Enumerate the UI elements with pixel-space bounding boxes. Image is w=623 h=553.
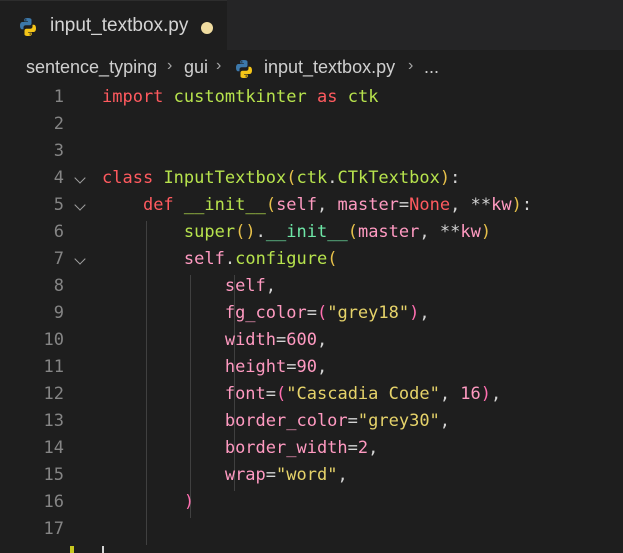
code-line: 1 import customtkinter as ctk [0, 84, 623, 111]
line-number: 2 [53, 114, 64, 134]
code-line: 13 border_color="grey30", [0, 408, 623, 435]
line-number: 14 [43, 438, 64, 458]
code-text: border_color="grey30", [224, 411, 451, 431]
line-number: 10 [43, 330, 64, 350]
code-text: fg_color=("grey18"), [224, 303, 430, 323]
code-line: 17 [0, 516, 623, 543]
tab-bar: input_textbox.py [0, 0, 623, 50]
chevron-right-icon: › [408, 57, 414, 74]
breadcrumb-symbol[interactable]: ... [424, 57, 439, 78]
code-line: 12 font=("Cascadia Code", 16), [0, 381, 623, 408]
code-line: 9 fg_color=("grey18"), [0, 300, 623, 327]
breadcrumb-folder-gui[interactable]: gui [184, 57, 208, 78]
line-number: 12 [43, 384, 64, 404]
text-cursor [102, 546, 104, 553]
code-text: border_width=2, [224, 438, 379, 458]
line-number: 4 [53, 168, 64, 188]
line-number: 6 [53, 222, 64, 242]
code-line: 2 [0, 111, 623, 138]
fold-chevron-icon[interactable] [74, 172, 86, 184]
breadcrumb-file[interactable]: input_textbox.py [264, 57, 395, 78]
breadcrumb: sentence_typing › gui › input_textbox.py… [0, 50, 623, 86]
unsaved-dot-icon[interactable] [201, 22, 213, 34]
code-line: 10 width=600, [0, 327, 623, 354]
line-number: 5 [53, 195, 64, 215]
code-text: def __init__(self, master=None, **kw): [142, 195, 533, 215]
python-icon [20, 18, 36, 36]
tab-title: input_textbox.py [50, 15, 189, 36]
breadcrumb-folder-sentence-typing[interactable]: sentence_typing [26, 57, 157, 78]
line-number: 1 [53, 87, 64, 107]
code-text: import customtkinter as ctk [102, 87, 379, 107]
line-number: 15 [43, 465, 64, 485]
code-text: font=("Cascadia Code", 16), [224, 384, 502, 404]
line-number: 9 [53, 303, 64, 323]
line-number: 7 [53, 249, 64, 269]
tab-input-textbox[interactable]: input_textbox.py [0, 0, 227, 50]
code-line: 16 ) [0, 489, 623, 516]
code-editor[interactable]: 1 import customtkinter as ctk 2 3 4 clas… [0, 84, 623, 553]
python-icon [236, 60, 252, 78]
line-number: 16 [43, 492, 64, 512]
code-text: class InputTextbox(ctk.CTkTextbox): [102, 168, 461, 188]
chevron-right-icon: › [216, 57, 222, 74]
code-line: 14 border_width=2, [0, 435, 623, 462]
line-number: 11 [43, 357, 64, 377]
code-line: 6 super().__init__(master, **kw) [0, 219, 623, 246]
code-text: ) [183, 492, 195, 512]
code-text: self.configure( [183, 249, 338, 269]
line-number: 13 [43, 411, 64, 431]
code-text: self, [224, 276, 277, 296]
line-number: 8 [53, 276, 64, 296]
code-text: height=90, [224, 357, 328, 377]
code-line: 15 wrap="word", [0, 462, 623, 489]
code-line: 5 def __init__(self, master=None, **kw): [0, 192, 623, 219]
fold-chevron-icon[interactable] [74, 199, 86, 211]
code-text: width=600, [224, 330, 328, 350]
code-line: 3 [0, 138, 623, 165]
code-text: super().__init__(master, **kw) [183, 222, 492, 242]
code-line: 8 self, [0, 273, 623, 300]
code-line: 7 self.configure( [0, 246, 623, 273]
code-text: wrap="word", [224, 465, 348, 485]
line-number: 17 [43, 519, 64, 539]
code-line: 11 height=90, [0, 354, 623, 381]
gutter-change-marker [70, 546, 74, 553]
chevron-right-icon: › [167, 57, 173, 74]
line-number: 3 [53, 141, 64, 161]
code-line: 4 class InputTextbox(ctk.CTkTextbox): [0, 165, 623, 192]
fold-chevron-icon[interactable] [74, 253, 86, 265]
